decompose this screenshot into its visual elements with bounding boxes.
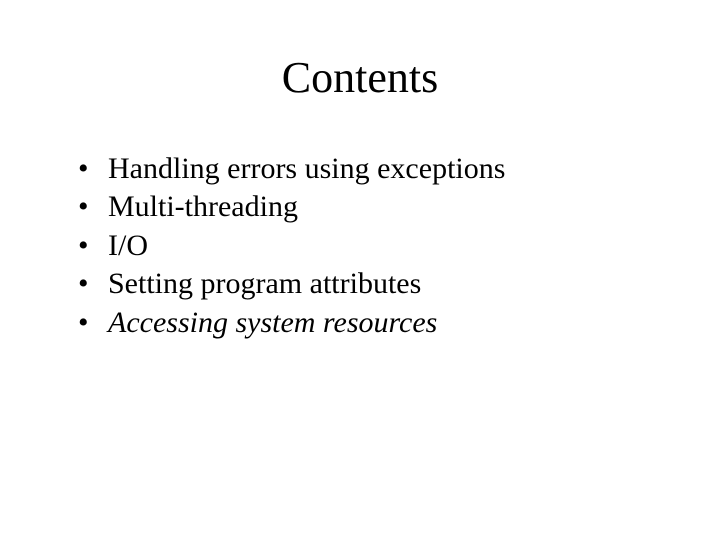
slide-body: Handling errors using exceptions Multi-t… xyxy=(70,150,660,342)
bullet-list: Handling errors using exceptions Multi-t… xyxy=(70,150,660,342)
list-item: Multi-threading xyxy=(70,188,660,226)
list-item-text: Multi-threading xyxy=(108,190,298,223)
list-item: Handling errors using exceptions xyxy=(70,150,660,188)
list-item-text: Handling errors using exceptions xyxy=(108,152,505,185)
list-item: Setting program attributes xyxy=(70,265,660,303)
list-item-text: Setting program attributes xyxy=(108,267,421,300)
slide-title: Contents xyxy=(0,52,720,103)
list-item: I/O xyxy=(70,227,660,265)
list-item-text: I/O xyxy=(108,229,148,262)
slide: Contents Handling errors using exception… xyxy=(0,0,720,540)
list-item: Accessing system resources xyxy=(70,304,660,342)
list-item-text: Accessing system resources xyxy=(108,306,437,339)
